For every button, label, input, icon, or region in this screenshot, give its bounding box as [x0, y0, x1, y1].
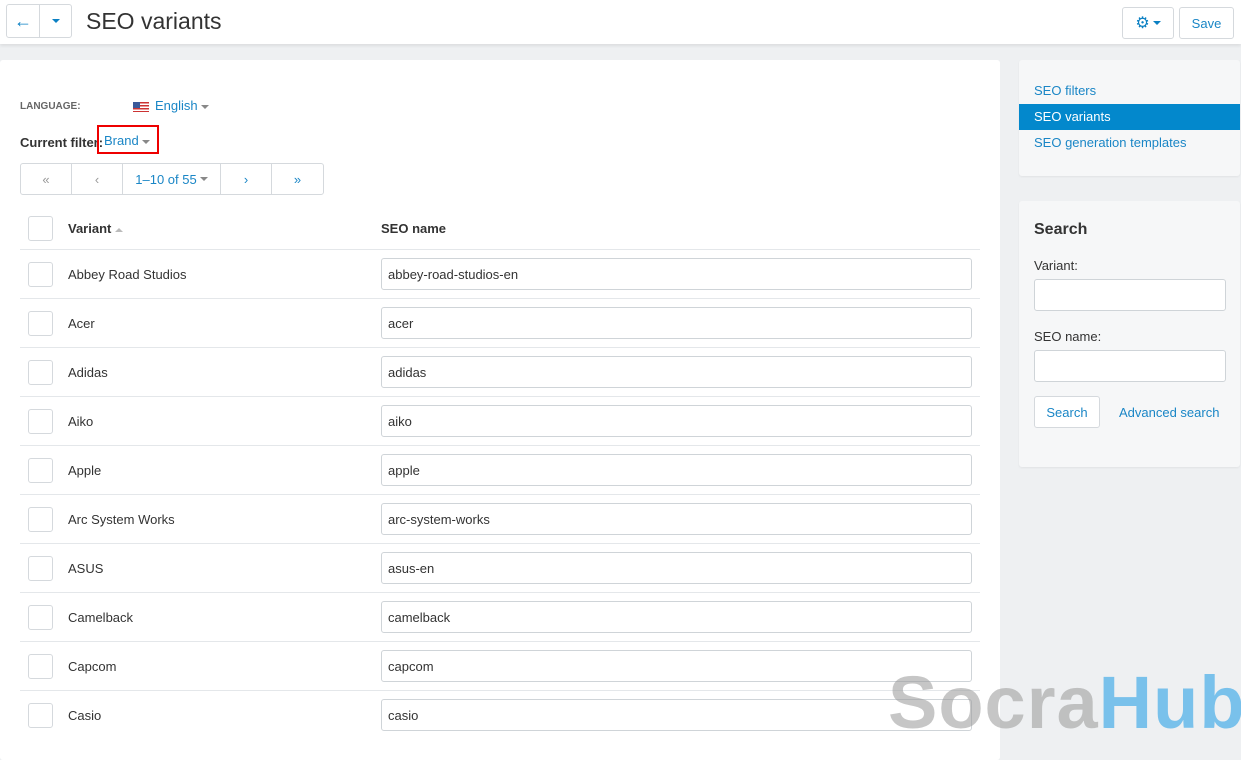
caret-down-icon — [51, 19, 60, 23]
back-dropdown-button[interactable] — [39, 4, 72, 38]
page-title: SEO variants — [86, 8, 222, 34]
caret-down-icon — [1152, 21, 1161, 25]
caret-down-icon — [141, 139, 150, 144]
seo-name-input[interactable] — [381, 699, 972, 731]
row-checkbox[interactable] — [28, 654, 53, 679]
seo-name-input[interactable] — [381, 650, 972, 682]
table-row: Capcom — [20, 641, 980, 690]
next-page-button[interactable]: › — [221, 164, 272, 194]
main-panel: LANGUAGE: English Current filter: Brand … — [0, 60, 1000, 760]
row-checkbox[interactable] — [28, 458, 53, 483]
row-checkbox[interactable] — [28, 507, 53, 532]
variant-name: Aiko — [68, 414, 94, 429]
language-label: LANGUAGE: — [20, 101, 81, 112]
seo-name-input[interactable] — [381, 601, 972, 633]
row-checkbox[interactable] — [28, 556, 53, 581]
current-filter-label: Current filter: — [20, 135, 104, 150]
variant-label: Variant: — [1034, 258, 1078, 273]
caret-down-icon — [200, 104, 209, 109]
save-button[interactable]: Save — [1179, 7, 1234, 39]
filter-selector[interactable]: Brand — [97, 125, 159, 154]
sidebar-nav: SEO filters SEO variants SEO generation … — [1019, 60, 1240, 176]
search-button[interactable]: Search — [1034, 396, 1100, 428]
table-row: Acer — [20, 298, 980, 347]
seo-name-input[interactable] — [381, 258, 972, 290]
seo-name-input[interactable] — [381, 356, 972, 388]
seo-name-input[interactable] — [381, 454, 972, 486]
arrow-left-icon: ← — [14, 10, 32, 31]
seo-name-search-input[interactable] — [1034, 350, 1226, 382]
advanced-search-link[interactable]: Advanced search — [1119, 405, 1219, 420]
row-checkbox[interactable] — [28, 360, 53, 385]
table-row: Arc System Works — [20, 494, 980, 543]
variant-name: Apple — [68, 463, 102, 478]
top-bar: ← SEO variants ⚙ Save — [0, 0, 1241, 44]
socrahub-watermark: SocraHub — [888, 661, 1241, 744]
variant-name: Acer — [68, 316, 95, 331]
first-page-button[interactable]: « — [21, 164, 72, 194]
table-row: Adidas — [20, 347, 980, 396]
seo-name-input[interactable] — [381, 503, 972, 535]
seo-name-input[interactable] — [381, 405, 972, 437]
variant-name: Arc System Works — [68, 512, 175, 527]
seo-name-input[interactable] — [381, 552, 972, 584]
seo-name-column-header: SEO name — [381, 221, 447, 236]
variant-name: ASUS — [68, 561, 104, 576]
sidebar-item-seo-filters[interactable]: SEO filters — [1019, 78, 1240, 104]
row-checkbox[interactable] — [28, 262, 53, 287]
variant-name: Capcom — [68, 659, 117, 674]
settings-button[interactable]: ⚙ — [1122, 7, 1174, 39]
gear-icon: ⚙ — [1135, 15, 1150, 32]
prev-page-button[interactable]: ‹ — [72, 164, 123, 194]
seo-name-input[interactable] — [381, 307, 972, 339]
table-row: Abbey Road Studios — [20, 249, 980, 298]
search-title: Search — [1034, 221, 1088, 238]
row-checkbox[interactable] — [28, 409, 53, 434]
sidebar-item-seo-variants[interactable]: SEO variants — [1019, 104, 1240, 130]
select-all-checkbox[interactable] — [28, 216, 53, 241]
table-row: Casio — [20, 690, 980, 739]
variant-name: Camelback — [68, 610, 134, 625]
variant-search-input[interactable] — [1034, 279, 1226, 311]
row-checkbox[interactable] — [28, 703, 53, 728]
page-range-dropdown[interactable]: 1–10 of 55 — [123, 164, 221, 194]
caret-down-icon — [199, 177, 208, 181]
back-button[interactable]: ← — [6, 4, 40, 38]
table-row: Aiko — [20, 396, 980, 445]
us-flag-icon — [133, 101, 149, 112]
pagination: « ‹ 1–10 of 55 › » — [20, 163, 324, 195]
search-panel: Search Variant: SEO name: Search Advance… — [1019, 201, 1240, 467]
variant-name: Casio — [68, 708, 102, 723]
sort-asc-icon — [114, 227, 123, 232]
variant-name: Adidas — [68, 365, 108, 380]
table-row: Apple — [20, 445, 980, 494]
table-row: ASUS — [20, 543, 980, 592]
seo-name-label: SEO name: — [1034, 329, 1102, 344]
sidebar-item-seo-generation-templates[interactable]: SEO generation templates — [1019, 130, 1240, 156]
table-row: Camelback — [20, 592, 980, 641]
row-checkbox[interactable] — [28, 311, 53, 336]
variant-name: Abbey Road Studios — [68, 267, 187, 282]
language-selector[interactable]: English — [133, 98, 209, 113]
last-page-button[interactable]: » — [272, 164, 323, 194]
variant-column-header[interactable]: Variant — [68, 221, 123, 236]
row-checkbox[interactable] — [28, 605, 53, 630]
